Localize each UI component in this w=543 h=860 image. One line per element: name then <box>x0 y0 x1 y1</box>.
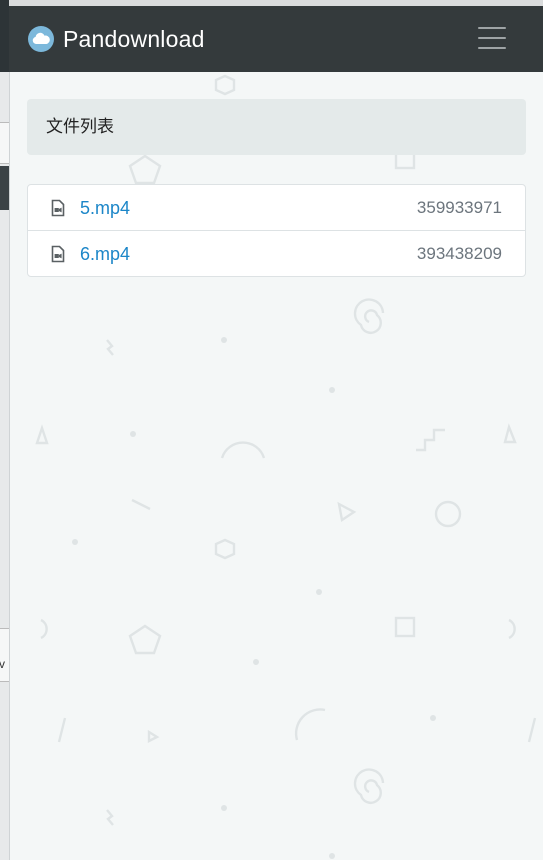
main-content: 文件列表 5.mp4 359933971 6.mp4 393438209 <box>9 72 543 860</box>
file-link[interactable]: 6.mp4 <box>80 231 130 277</box>
file-size: 393438209 <box>416 244 502 263</box>
file-list-item[interactable]: 5.mp4 359933971 <box>27 184 526 231</box>
video-file-icon <box>51 199 65 222</box>
breadcrumb-title: 文件列表 <box>46 117 114 136</box>
breadcrumb: 文件列表 <box>27 99 526 155</box>
brand-link[interactable]: Pandownload <box>28 25 205 53</box>
video-file-icon <box>51 245 65 268</box>
file-link[interactable]: 5.mp4 <box>80 185 130 231</box>
file-list: 5.mp4 359933971 6.mp4 393438209 <box>27 184 526 277</box>
cloud-icon <box>28 26 54 52</box>
navbar-toggle-button[interactable] <box>476 21 512 55</box>
file-list-item[interactable]: 6.mp4 393438209 <box>27 230 526 277</box>
file-size: 359933971 <box>416 198 502 217</box>
brand-name: Pandownload <box>63 25 205 52</box>
navbar: Pandownload <box>9 6 543 72</box>
